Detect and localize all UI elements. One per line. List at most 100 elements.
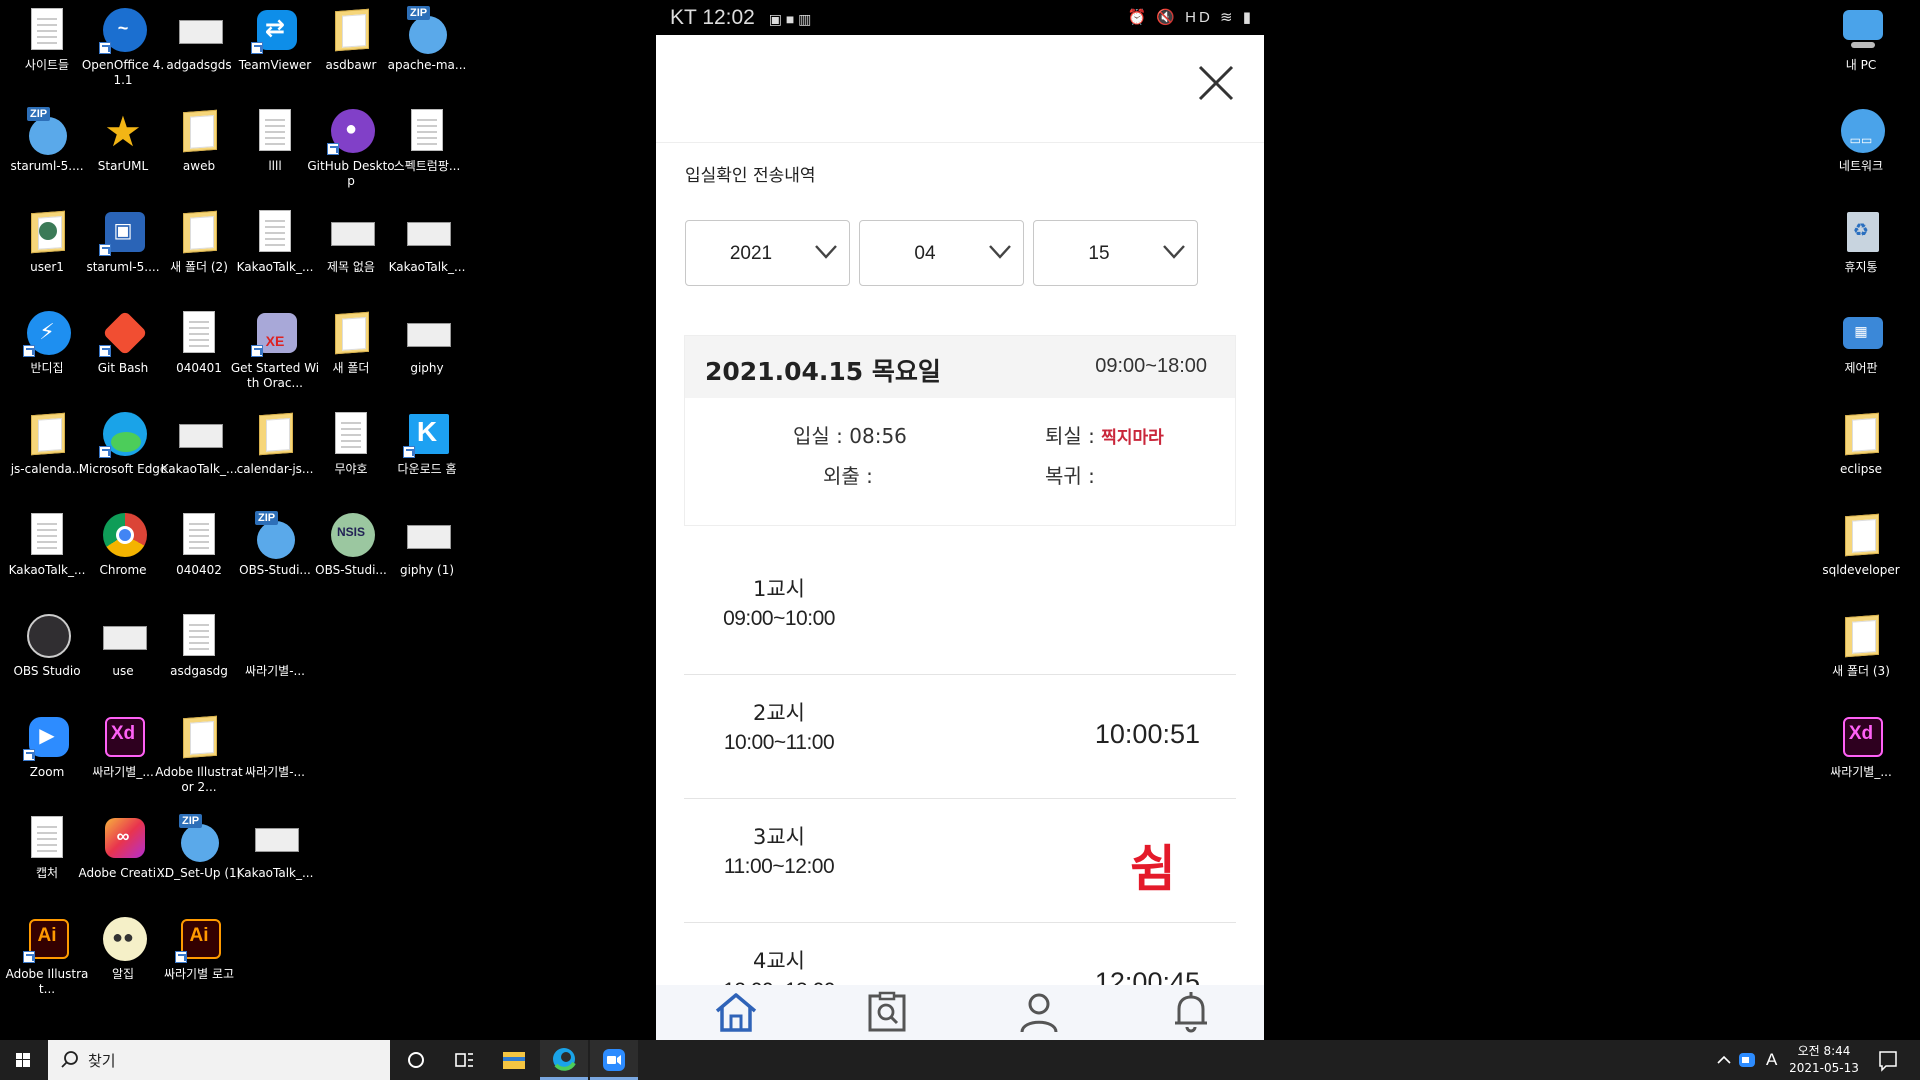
desktop-icon-label: 싸라기별-... — [245, 765, 305, 779]
folder-icon — [175, 713, 223, 761]
folder-icon — [1837, 410, 1885, 458]
month-select[interactable]: 04 — [859, 220, 1024, 286]
day-select[interactable]: 15 — [1033, 220, 1198, 286]
task-view-button[interactable] — [440, 1040, 488, 1080]
desktop-icon-label: 새 폴더 (3) — [1832, 664, 1890, 678]
folder-icon — [327, 6, 375, 54]
chevron-down-icon — [1163, 245, 1185, 259]
notification-center-button[interactable] — [1864, 1040, 1912, 1080]
checkout-row: 퇴실 : 찍지마라 — [1045, 420, 1164, 449]
search-doc-icon — [868, 991, 906, 1032]
desktop-icon[interactable]: sqldeveloper — [1814, 507, 1908, 607]
desktop-icon-label: eclipse — [1840, 462, 1882, 476]
period-status-rest: 쉼 — [1130, 840, 1176, 898]
desktop-icon[interactable]: ZIP apache-ma... — [380, 2, 474, 102]
cortana-button[interactable] — [392, 1040, 440, 1080]
doc-icon — [403, 107, 451, 155]
chevron-up-icon[interactable] — [1714, 1040, 1734, 1080]
clock-date: 2021-05-13 — [1789, 1061, 1859, 1075]
status-carrier-time: KT 12:02 ▣ ■ ▥ — [670, 6, 811, 30]
period-name: 3교시 — [752, 825, 805, 849]
folder-icon — [327, 309, 375, 357]
desktop-icon-label: 다운로드 홈 — [397, 462, 457, 476]
doc-icon — [251, 208, 299, 256]
zoom-tray-icon[interactable] — [1736, 1040, 1758, 1080]
folder-icon — [251, 410, 299, 458]
period-row-1[interactable]: 1교시 09:00~10:00 — [684, 551, 1236, 675]
pc-icon — [1837, 6, 1885, 54]
desktop-icon[interactable]: 새 폴더 (3) — [1814, 608, 1908, 708]
out-label: 외출 : — [823, 464, 873, 488]
desktop-icon[interactable]: eclipse — [1814, 406, 1908, 506]
chevron-down-icon — [989, 245, 1011, 259]
desktop-icon-label: 싸라기별-... — [245, 664, 305, 678]
zip-icon: ZIP — [251, 511, 299, 559]
taskbar-clock[interactable]: 오전 8:44 2021-05-13 — [1784, 1043, 1864, 1077]
thumb-icon — [251, 814, 299, 862]
cortana-icon — [408, 1052, 424, 1068]
recycle-icon: ♻ — [1837, 208, 1885, 256]
year-select[interactable]: 2021 — [685, 220, 850, 286]
desktop-icon[interactable]: KakaoTalk_... — [380, 204, 474, 304]
home-icon — [715, 993, 757, 1032]
period-name: 2교시 — [752, 701, 805, 725]
desktop-icon-label: apache-ma... — [387, 58, 467, 72]
period-row-3[interactable]: 3교시 11:00~12:00 쉼 — [684, 799, 1236, 923]
period-name: 1교시 — [752, 577, 805, 601]
desktop-icon[interactable]: 스펙트럼팡... — [380, 103, 474, 203]
chrome-icon — [99, 511, 147, 559]
nav-home[interactable] — [713, 991, 759, 1037]
thumb-icon — [99, 612, 147, 660]
desktop-icon-label: 휴지통 — [1844, 260, 1878, 274]
desktop-icon-label: KakaoTalk_... — [236, 866, 314, 880]
ai-icon: Ai — [175, 915, 223, 963]
desktop-icon[interactable]: Xd 싸라기별_... — [1814, 709, 1908, 809]
close-icon — [1198, 65, 1234, 101]
thumb-icon — [327, 208, 375, 256]
network-icon: ▭▭ — [1837, 107, 1885, 155]
period-status: 10:00:51 — [1094, 719, 1200, 749]
desktop-icon[interactable]: ♻ 휴지통 — [1814, 204, 1908, 304]
period-row-2[interactable]: 2교시 10:00~11:00 10:00:51 — [684, 675, 1236, 799]
taskbar-zoom[interactable] — [590, 1040, 638, 1080]
start-button[interactable] — [0, 1040, 46, 1080]
taskbar-file-explorer[interactable] — [490, 1040, 538, 1080]
desktop-icon-label: 스펙트럼팡... — [393, 159, 461, 173]
zoom-icon: ▶ — [23, 713, 71, 761]
folder-icon — [1837, 511, 1885, 559]
close-button[interactable] — [1194, 61, 1238, 105]
desktop-icon[interactable]: 싸라기별-... — [228, 709, 322, 809]
desktop-icon[interactable]: 내 PC — [1814, 2, 1908, 102]
desktop-icon[interactable]: giphy (1) — [380, 507, 474, 607]
desktop-icon[interactable]: KakaoTalk_... — [228, 810, 322, 910]
ime-indicator[interactable]: A — [1766, 1050, 1777, 1070]
desktop-icon[interactable]: ▭▭ 네트워크 — [1814, 103, 1908, 203]
checkout-value: 찍지마라 — [1101, 428, 1164, 448]
nav-notifications[interactable] — [1168, 991, 1214, 1037]
desktop-icon[interactable]: ▦ 제어판 — [1814, 305, 1908, 405]
desktop-icon[interactable]: Ai 싸라기별 로고 — [152, 911, 246, 1011]
section-title: 입실확인 전송내역 — [685, 166, 816, 186]
day-card-header: 2021.04.15 목요일 09:00~18:00 — [685, 336, 1235, 398]
bell-icon — [1175, 992, 1207, 1033]
day-date: 2021.04.15 목요일 — [705, 357, 941, 386]
doc-icon — [327, 410, 375, 458]
taskbar-search[interactable]: 찾기 — [48, 1040, 390, 1080]
taskbar-edge[interactable] — [540, 1040, 588, 1080]
desktop-icon[interactable]: giphy — [380, 305, 474, 405]
installer2-icon: NSIS — [327, 511, 375, 559]
nav-records[interactable] — [864, 991, 910, 1037]
checkout-label: 퇴실 : — [1045, 424, 1095, 448]
desktop-icon-label: 제어판 — [1844, 361, 1878, 375]
desktop-icon-label: KakaoTalk_... — [388, 260, 466, 274]
desktop-icon[interactable]: K 다운로드 홈 — [380, 406, 474, 506]
ai-icon: Ai — [23, 915, 71, 963]
clock-time: 오전 8:44 — [1797, 1044, 1851, 1058]
search-icon — [61, 1051, 78, 1068]
zip-icon: ZIP — [23, 107, 71, 155]
doc-icon — [23, 6, 71, 54]
nav-profile[interactable] — [1016, 991, 1062, 1037]
zip-icon: ZIP — [175, 814, 223, 862]
desktop-icon[interactable]: 싸라기별-... — [228, 608, 322, 708]
status-carrier: KT — [670, 6, 697, 29]
